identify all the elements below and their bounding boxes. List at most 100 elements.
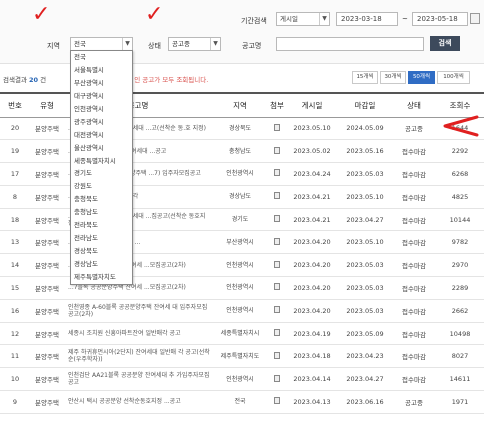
region-option[interactable]: 대구광역시 <box>71 90 132 103</box>
table-row[interactable]: 11 분양주택 제주 하귀휴먼시아(2단지) 잔여세대 일반매 각 공고(선착순(우… <box>0 344 484 369</box>
region-dropdown-list[interactable]: 전국 서울특별시 부산광역시 대구광역시 인천광역시 광주광역시 대전광역시 울산광역시 세종특… <box>70 50 133 285</box>
region-option[interactable]: 울산광역시 <box>71 142 132 155</box>
region-option[interactable]: 서울특별시 <box>71 64 132 77</box>
col-deadline: 마감일 <box>338 92 392 118</box>
per-page-50[interactable]: 50개씩 <box>408 71 435 84</box>
region-option[interactable]: 경상남도 <box>71 258 132 271</box>
row-views: 9782 <box>436 230 484 255</box>
row-deadline: 2023.04.27 <box>338 367 392 392</box>
row-type: 분양주택 <box>30 230 64 255</box>
period-type-value: 게시일 <box>280 15 298 23</box>
attachment-icon[interactable] <box>274 192 280 200</box>
attachment-icon[interactable] <box>274 169 280 177</box>
col-status: 상태 <box>392 92 436 118</box>
region-option[interactable]: 부산광역시 <box>71 77 132 90</box>
red-check-mark: ✓ <box>145 2 164 27</box>
attachment-icon[interactable] <box>274 329 280 337</box>
table-row[interactable]: 9 분양주택 안산시 택시 공공분양 선착순동호지정 ...공고 전국 2023.04.… <box>0 390 484 414</box>
result-count: 20 <box>29 76 39 84</box>
row-title[interactable]: 제주 하귀휴먼시아(2단지) 잔여세대 일반매 각 공고(선착순(우주학자)) <box>64 344 212 369</box>
attachment-cell <box>268 276 286 300</box>
attachment-icon[interactable] <box>274 397 280 405</box>
region-option[interactable]: 충청남도 <box>71 206 132 219</box>
region-option[interactable]: 인천광역시 <box>71 103 132 116</box>
row-deadline: 2023.05.10 <box>338 230 392 255</box>
col-region: 지역 <box>212 92 268 118</box>
table-row[interactable]: 10 분양주택 인천검단 AA21블록 공공분양 잔여세대 추 가입주자모집공고 인천… <box>0 367 484 392</box>
attachment-cell <box>268 230 286 255</box>
row-region: 충청남도 <box>212 139 268 164</box>
attachment-icon[interactable] <box>274 123 280 131</box>
row-no: 10 <box>0 367 30 392</box>
attachment-icon[interactable] <box>274 260 280 268</box>
row-region: 인천광역시 <box>212 162 268 186</box>
region-option[interactable]: 전라남도 <box>71 232 132 245</box>
region-option[interactable]: 광주광역시 <box>71 116 132 129</box>
row-views: 1971 <box>436 390 484 414</box>
row-title[interactable]: 인천검단 AA21블록 공공분양 잔여세대 추 가입주자모집공고 <box>64 367 212 392</box>
row-views: 6268 <box>436 162 484 186</box>
row-no: 18 <box>0 208 30 232</box>
row-type: 분양주택 <box>30 367 64 392</box>
row-title[interactable]: 세종시 조치원 신흥아파트잔여 일반매각 공고 <box>64 322 212 346</box>
region-option[interactable]: 전라북도 <box>71 219 132 232</box>
attachment-icon[interactable] <box>274 146 280 154</box>
row-title[interactable]: 인천영종 A-60블록 공공분양주택 잔여세 대 입주자모집공고(2차) <box>64 299 212 323</box>
row-type: 분양주택 <box>30 276 64 300</box>
col-attach: 첨부 <box>268 92 286 118</box>
row-deadline: 2023.04.23 <box>338 344 392 369</box>
region-option[interactable]: 충청북도 <box>71 193 132 206</box>
attachment-icon[interactable] <box>274 237 280 245</box>
region-option[interactable]: 제주특별자치도 <box>71 271 132 284</box>
row-status: 접수마감 <box>392 299 436 323</box>
per-page-100[interactable]: 100개씩 <box>437 71 470 84</box>
region-option[interactable]: 전국 <box>71 51 132 64</box>
col-no: 번호 <box>0 92 30 118</box>
row-posted: 2023.04.14 <box>286 367 338 392</box>
region-option[interactable]: 강원도 <box>71 180 132 193</box>
name-input[interactable] <box>276 37 424 51</box>
row-type: 분양주택 <box>30 139 64 164</box>
col-type: 유형 <box>30 92 64 118</box>
row-views: 10498 <box>436 322 484 346</box>
region-option[interactable]: 세종특별자치시 <box>71 155 132 168</box>
table-row[interactable]: 12 분양주택 세종시 조치원 신흥아파트잔여 일반매각 공고 세종특별자치시 2023… <box>0 322 484 346</box>
attachment-icon[interactable] <box>274 306 280 314</box>
row-deadline: 2023.06.16 <box>338 390 392 414</box>
per-page-15[interactable]: 15개씩 <box>352 71 378 84</box>
attachment-icon[interactable] <box>274 215 280 223</box>
date-to-field[interactable]: 2023-05-18 <box>412 12 468 26</box>
region-select[interactable]: 전국 ▼ <box>70 37 133 51</box>
status-select[interactable]: 공고중 ▼ <box>168 37 221 51</box>
table-row[interactable]: 16 분양주택 인천영종 A-60블록 공공분양주택 잔여세 대 입주자모집공고(2… <box>0 299 484 323</box>
result-prefix: 검색결과 <box>3 76 27 84</box>
region-option[interactable]: 경상북도 <box>71 245 132 258</box>
row-type: 분양주택 <box>30 322 64 346</box>
attachment-icon[interactable] <box>274 283 280 291</box>
row-status: 접수마감 <box>392 367 436 392</box>
search-button[interactable]: 검색 <box>430 36 460 51</box>
row-views: 2292 <box>436 139 484 164</box>
row-region: 전국 <box>212 390 268 414</box>
status-label: 상태 <box>148 42 161 50</box>
attachment-icon[interactable] <box>274 351 280 359</box>
region-option[interactable]: 대전광역시 <box>71 129 132 142</box>
attachment-cell <box>268 390 286 414</box>
calendar-icon[interactable] <box>470 13 480 24</box>
row-status: 접수마감 <box>392 230 436 255</box>
period-type-select[interactable]: 게시일 ▼ <box>276 12 330 26</box>
region-option[interactable]: 경기도 <box>71 167 132 180</box>
row-status: 접수마감 <box>392 139 436 164</box>
row-no: 14 <box>0 253 30 278</box>
row-title[interactable]: 안산시 택시 공공분양 선착순동호지정 ...공고 <box>64 390 212 414</box>
date-to-value: 2023-05-18 <box>417 15 458 23</box>
row-deadline: 2023.05.03 <box>338 299 392 323</box>
row-deadline: 2023.05.10 <box>338 185 392 209</box>
chevron-down-icon: ▼ <box>210 38 220 50</box>
attachment-icon[interactable] <box>274 374 280 382</box>
per-page-30[interactable]: 30개씩 <box>380 71 406 84</box>
date-from-field[interactable]: 2023-03-18 <box>336 12 398 26</box>
row-region: 세종특별자치시 <box>212 322 268 346</box>
row-region: 경기도 <box>212 208 268 232</box>
row-status: 접수마감 <box>392 162 436 186</box>
